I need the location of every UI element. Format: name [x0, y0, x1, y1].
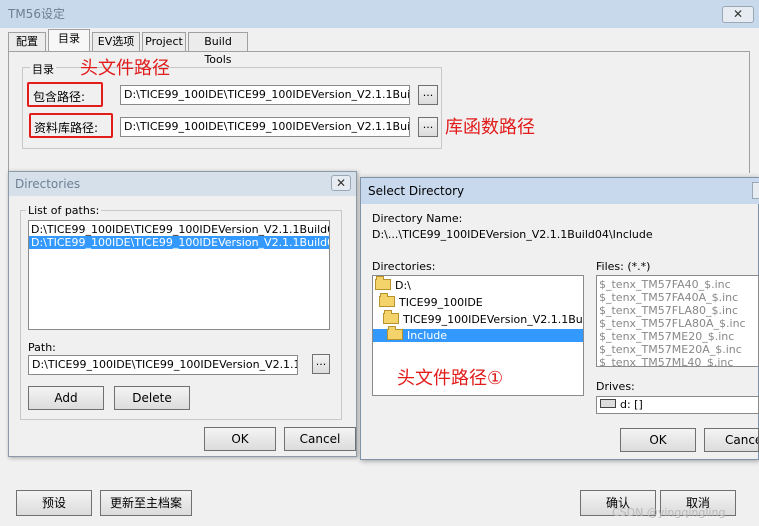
tab-config[interactable]: 配置 [8, 32, 46, 51]
file-item[interactable]: $_tenx_TM57FLA80A_$.inc [597, 317, 758, 330]
select-close-button[interactable] [752, 182, 759, 199]
include-path-field[interactable]: D:\TICE99_100IDE\TICE99_100IDEVersion_V2… [120, 85, 410, 105]
files-label: Files: (*.*) [596, 260, 651, 273]
file-item[interactable]: $_tenx_TM57ML40_$.inc [597, 356, 758, 366]
file-item[interactable]: $_tenx_TM57FA40A_$.inc [597, 291, 758, 304]
select-ok-button[interactable]: OK [620, 428, 696, 452]
file-item[interactable]: $_tenx_TM57ME20_$.inc [597, 330, 758, 343]
directories-cancel-button[interactable]: Cancel [284, 427, 356, 451]
directories-ok-button[interactable]: OK [204, 427, 276, 451]
directory-name-label: Directory Name: [372, 212, 463, 225]
paths-listbox[interactable]: D:\TICE99_100IDE\TICE99_100IDEVersion_V2… [28, 220, 330, 330]
drives-select[interactable]: d: [] [596, 396, 759, 414]
open-folder-icon [375, 276, 391, 290]
drive-icon [600, 399, 616, 408]
directories-title: Directories [15, 177, 81, 191]
directories-tree-label: Directories: [372, 260, 436, 273]
main-close-button[interactable]: ✕ [722, 6, 754, 23]
select-cancel-button[interactable]: Cancel [704, 428, 759, 452]
file-item[interactable]: $_tenx_TM57ME20A_$.inc [597, 343, 758, 356]
path-input[interactable]: D:\TICE99_100IDE\TICE99_100IDEVersion_V2… [28, 355, 298, 375]
open-folder-icon [383, 310, 399, 324]
tab-ev-options[interactable]: EV选项 [92, 32, 140, 51]
update-master-button[interactable]: 更新至主档案 [100, 490, 192, 516]
open-folder-icon [379, 293, 395, 307]
tree-item-version[interactable]: TICE99_100IDEVersion_V2.1.1Build0 [373, 310, 583, 326]
path-item-selected[interactable]: D:\TICE99_100IDE\TICE99_100IDEVersion_V2… [29, 236, 329, 249]
tree-item-drive[interactable]: D:\ [373, 276, 583, 292]
annotation-header-path-1: 头文件路径① [397, 368, 504, 389]
library-path-label: 资料库路径: [34, 121, 99, 135]
delete-button[interactable]: Delete [114, 386, 190, 410]
directories-close-button[interactable]: ✕ [331, 175, 351, 191]
files-listbox[interactable]: $_tenx_TM57FA40_$.inc $_tenx_TM57FA40A_$… [596, 275, 759, 367]
add-button[interactable]: Add [28, 386, 104, 410]
library-browse-button[interactable]: ... [418, 117, 438, 137]
annotation-header-path: 头文件路径 [80, 58, 170, 79]
tree-item-tice99[interactable]: TICE99_100IDE [373, 293, 583, 309]
tab-directory[interactable]: 目录 [48, 29, 90, 51]
tab-project[interactable]: Project [142, 32, 186, 51]
main-window-titlebar: TM56设定 [0, 0, 759, 28]
drives-label: Drives: [596, 380, 635, 393]
path-label: Path: [28, 341, 56, 354]
annotation-library-path: 库函数路径 [445, 117, 535, 138]
path-browse-button[interactable]: ... [312, 354, 330, 374]
preset-button[interactable]: 预设 [16, 490, 92, 516]
open-folder-icon [387, 326, 403, 340]
watermark: CSDN @yingqingling [612, 506, 726, 519]
include-path-label: 包含路径: [33, 90, 86, 104]
tree-item-include[interactable]: Include [373, 326, 583, 342]
include-browse-button[interactable]: ... [418, 85, 438, 105]
directory-name-value: D:\...\TICE99_100IDEVersion_V2.1.1Build0… [372, 228, 653, 241]
select-directory-title: Select Directory [368, 184, 465, 198]
path-item[interactable]: D:\TICE99_100IDE\TICE99_100IDEVersion_V2… [29, 223, 329, 236]
library-path-field[interactable]: D:\TICE99_100IDE\TICE99_100IDEVersion_V2… [120, 117, 410, 137]
main-window-title: TM56设定 [8, 7, 65, 21]
file-item[interactable]: $_tenx_TM57FLA80_$.inc [597, 304, 758, 317]
tab-build-tools[interactable]: Build Tools [188, 32, 248, 66]
file-item[interactable]: $_tenx_TM57FA40_$.inc [597, 278, 758, 291]
paths-list-label: List of paths: [26, 204, 102, 217]
directory-group-label: 目录 [30, 61, 56, 77]
